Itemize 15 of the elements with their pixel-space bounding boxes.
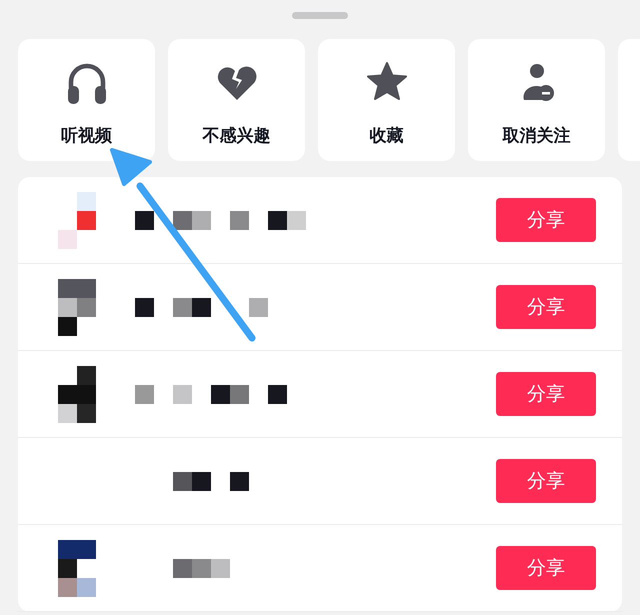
- action-card[interactable]: 不感兴趣: [168, 39, 305, 161]
- share-button[interactable]: 分享: [496, 372, 596, 416]
- action-card[interactable]: 取消关注: [468, 39, 605, 161]
- pixelated-name: [173, 558, 230, 578]
- action-label: 取消关注: [502, 125, 570, 148]
- action-label: 不感兴趣: [202, 125, 270, 148]
- drag-handle[interactable]: [292, 12, 348, 19]
- share-button[interactable]: 分享: [496, 198, 596, 242]
- action-label: 收藏: [370, 125, 404, 148]
- share-button[interactable]: 分享: [496, 285, 596, 329]
- action-card[interactable]: 听视频: [18, 39, 155, 161]
- action-card[interactable]: 收藏: [318, 39, 455, 161]
- action-label: 听视频: [61, 125, 112, 148]
- share-button[interactable]: 分享: [496, 546, 596, 590]
- share-button[interactable]: 分享: [496, 459, 596, 503]
